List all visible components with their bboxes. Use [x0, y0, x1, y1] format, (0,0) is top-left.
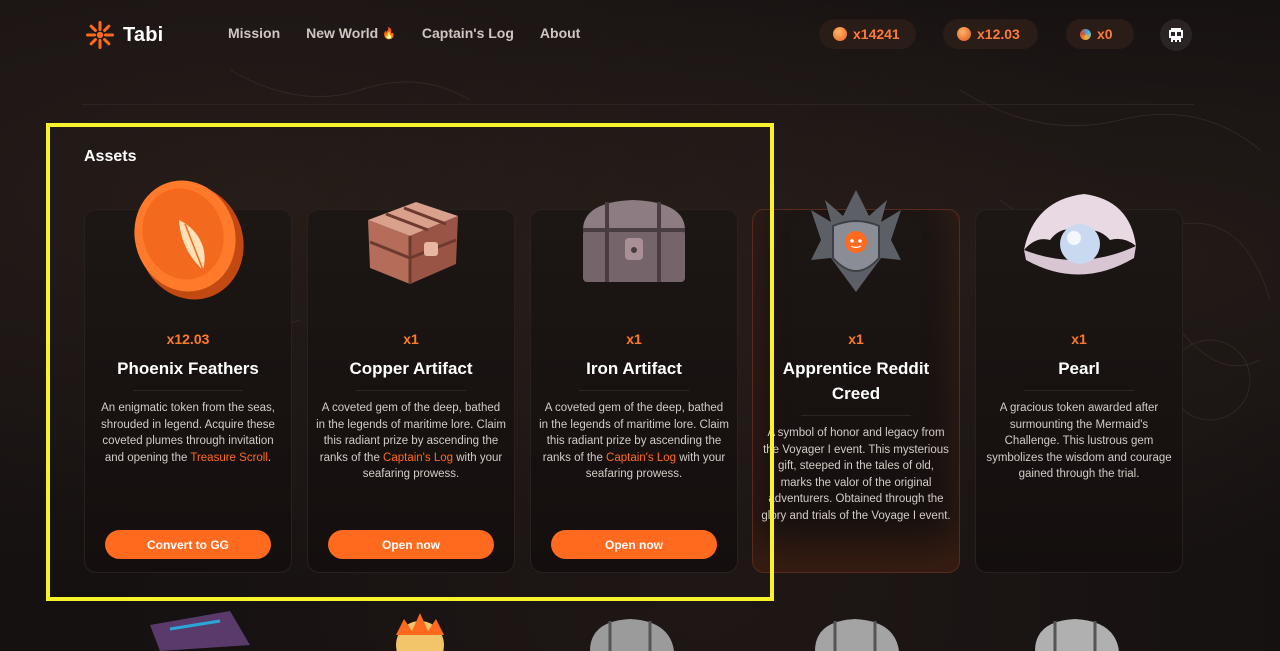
nav-new-world-label: New World [306, 25, 379, 41]
pixel-skull-avatar-icon [1169, 28, 1183, 42]
asset-description: A symbol of honor and legacy from the Vo… [761, 427, 951, 522]
asset-description: A coveted gem of the deep, bathed in the… [531, 400, 737, 483]
phoenix-feather-icon [957, 27, 971, 41]
open-now-button[interactable]: Open now [328, 530, 494, 559]
coin-balance[interactable]: x14241 [819, 19, 916, 49]
asset-name: Apprentice Reddit Creed [782, 359, 930, 403]
asset-name: Copper Artifact [349, 359, 473, 378]
asset-name: Pearl [1058, 359, 1100, 378]
asset-quantity: x1 [403, 331, 419, 347]
top-nav-bar: Tabi Mission New World 🔥 Captain's Log Ab… [0, 0, 1280, 68]
feather-balance[interactable]: x12.03 [943, 19, 1038, 49]
brand-name: Tabi [123, 23, 164, 46]
captains-log-link[interactable]: Captain's Log [383, 452, 453, 464]
nav-about-label: About [539, 25, 581, 41]
copper-chest-icon [368, 202, 458, 284]
card-divider [1024, 390, 1134, 391]
gem-balance[interactable]: x0 [1066, 19, 1134, 49]
asset-card-pearl: x1 Pearl A gracious token awarded after … [975, 194, 1183, 573]
assets-section-title: Assets [84, 148, 137, 165]
reddit-crest-icon [811, 190, 901, 292]
asset-card-copper-artifact: x1 Copper Artifact A coveted gem of the … [307, 202, 515, 573]
main-nav: Mission New World 🔥 Captain's Log About [228, 25, 580, 41]
phoenix-egg-icon [396, 613, 444, 651]
gem-balance-value: x0 [1097, 26, 1113, 42]
coin-icon [833, 27, 847, 41]
brand-logo[interactable]: Tabi [83, 18, 163, 52]
nav-mission-label: Mission [228, 25, 281, 41]
asset-quantity: x1 [626, 331, 642, 347]
treasure-scroll-icon [150, 611, 250, 651]
nav-captains-log-label: Captain's Log [421, 25, 514, 41]
asset-name: Phoenix Feathers [117, 359, 259, 378]
treasure-scroll-link[interactable]: Treasure Scroll [190, 452, 268, 464]
feather-balance-value: x12.03 [977, 26, 1020, 42]
open-now-button[interactable]: Open now [551, 530, 717, 559]
gem-icon [1077, 26, 1094, 42]
phoenix-feather-coin-icon [134, 180, 244, 300]
asset-description: A coveted gem of the deep, bathed in the… [308, 400, 514, 483]
asset-card-apprentice-reddit-creed: x1 Apprentice Reddit Creed A symbol of h… [752, 190, 960, 573]
asset-description: An enigmatic token from the seas, shroud… [85, 400, 291, 466]
asset-description: A gracious token awarded after surmounti… [986, 402, 1172, 480]
avatar[interactable] [1160, 19, 1192, 51]
desc-text: . [267, 451, 272, 464]
nav-mission[interactable]: Mission [228, 25, 280, 41]
asset-card-phoenix-feathers: x12.03 Phoenix Feathers An enigmatic tok… [84, 180, 292, 573]
nav-new-world[interactable]: New World 🔥 [306, 25, 396, 41]
asset-quantity: x1 [1071, 331, 1087, 347]
asset-card-iron-artifact: x1 Iron Artifact A coveted gem of the de… [530, 200, 738, 573]
captains-log-link[interactable]: Captain's Log [606, 452, 676, 464]
card-divider [133, 390, 243, 391]
silver-chest-icon [815, 619, 899, 651]
flame-icon: 🔥 [382, 27, 396, 40]
asset-name: Iron Artifact [586, 359, 682, 378]
asset-quantity: x1 [848, 331, 864, 347]
pearl-shell-icon [1024, 194, 1136, 275]
silver-chest-icon [1035, 619, 1119, 651]
iron-chest-icon [583, 200, 685, 282]
card-divider [801, 415, 911, 416]
silver-chest-icon [590, 619, 674, 651]
card-divider [579, 390, 689, 391]
card-divider [356, 390, 466, 391]
asset-quantity: x12.03 [166, 331, 210, 347]
nav-about[interactable]: About [540, 25, 580, 41]
tabi-logo-icon [86, 21, 114, 49]
convert-to-gg-button[interactable]: Convert to GG [105, 530, 271, 559]
coin-balance-value: x14241 [853, 26, 900, 42]
header-divider [82, 104, 1194, 105]
nav-captains-log[interactable]: Captain's Log [422, 25, 514, 41]
